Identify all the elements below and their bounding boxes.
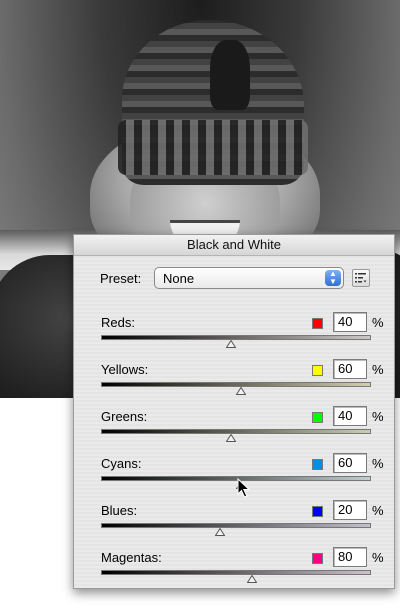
channel-value-input[interactable]: 60 bbox=[333, 359, 367, 379]
channel-slider-track[interactable] bbox=[101, 429, 371, 434]
percent-unit-label: % bbox=[372, 315, 384, 330]
channel-color-swatch bbox=[312, 412, 323, 423]
channel-label: Magentas: bbox=[101, 550, 162, 565]
channel-row: Cyans: 60% bbox=[74, 453, 394, 492]
channel-slider-thumb[interactable] bbox=[225, 434, 236, 442]
photo-hat-tassel bbox=[210, 40, 250, 110]
channel-value-input[interactable]: 40 bbox=[333, 312, 367, 332]
channel-row: Reds: 40% bbox=[74, 312, 394, 351]
channel-slider-track[interactable] bbox=[101, 523, 371, 528]
channel-slider-track[interactable] bbox=[101, 570, 371, 575]
preset-dropdown-value: None bbox=[163, 271, 195, 286]
channel-color-swatch bbox=[312, 506, 323, 517]
channel-label: Yellows: bbox=[101, 362, 149, 377]
percent-unit-label: % bbox=[372, 456, 384, 471]
list-options-icon[interactable] bbox=[352, 269, 370, 287]
channel-value-input[interactable]: 60 bbox=[333, 453, 367, 473]
channel-value-input[interactable]: 20 bbox=[333, 500, 367, 520]
percent-unit-label: % bbox=[372, 409, 384, 424]
channel-slider-thumb[interactable] bbox=[225, 340, 236, 348]
channel-slider-track[interactable] bbox=[101, 335, 371, 340]
channel-row: Greens: 40% bbox=[74, 406, 394, 445]
channel-value-input[interactable]: 80 bbox=[333, 547, 367, 567]
preset-dropdown[interactable]: None ▲ ▼ bbox=[154, 267, 344, 289]
channel-color-swatch bbox=[312, 365, 323, 376]
preset-label: Preset: bbox=[100, 271, 142, 286]
black-and-white-panel: Black and White Preset: None ▲ ▼ Reds: 40%… bbox=[73, 234, 395, 589]
percent-unit-label: % bbox=[372, 362, 384, 377]
preset-row: Preset: None ▲ ▼ bbox=[74, 267, 394, 291]
channel-label: Greens: bbox=[101, 409, 148, 424]
percent-unit-label: % bbox=[372, 550, 384, 565]
channel-row: Yellows: 60% bbox=[74, 359, 394, 398]
channel-row: Magentas: 80% bbox=[74, 547, 394, 586]
channel-label: Cyans: bbox=[101, 456, 142, 471]
channel-color-swatch bbox=[312, 459, 323, 470]
channel-color-swatch bbox=[312, 553, 323, 564]
panel-title[interactable]: Black and White bbox=[74, 235, 394, 256]
photo-hat-band bbox=[118, 120, 308, 175]
dropdown-arrows-icon: ▲ ▼ bbox=[325, 270, 341, 286]
channel-slider-thumb[interactable] bbox=[214, 528, 225, 536]
channel-row: Blues: 20% bbox=[74, 500, 394, 539]
channel-label: Reds: bbox=[101, 315, 135, 330]
percent-unit-label: % bbox=[372, 503, 384, 518]
channel-value-input[interactable]: 40 bbox=[333, 406, 367, 426]
channel-color-swatch bbox=[312, 318, 323, 329]
mouse-cursor-icon bbox=[237, 478, 251, 498]
channel-label: Blues: bbox=[101, 503, 138, 518]
channel-slider-thumb[interactable] bbox=[236, 387, 247, 395]
channel-slider-thumb[interactable] bbox=[247, 575, 258, 583]
